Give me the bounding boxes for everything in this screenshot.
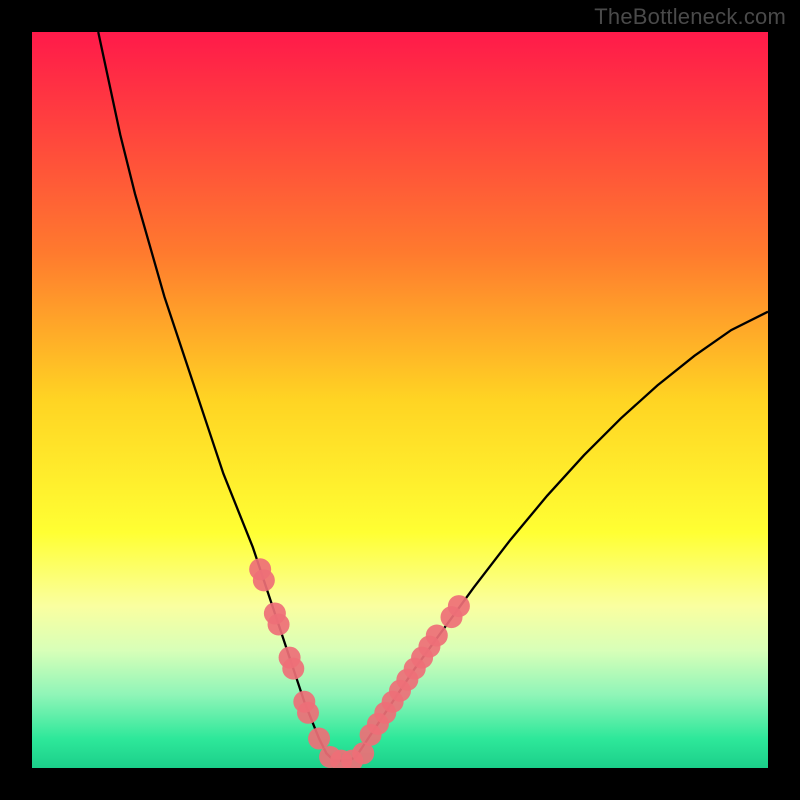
gradient-background	[32, 32, 768, 768]
marker-dot	[282, 658, 304, 680]
marker-dot	[268, 613, 290, 635]
marker-dot	[253, 569, 275, 591]
plot-area	[32, 32, 768, 768]
watermark-text: TheBottleneck.com	[594, 4, 786, 30]
chart-frame: TheBottleneck.com	[0, 0, 800, 800]
marker-dot	[426, 625, 448, 647]
marker-dot	[297, 702, 319, 724]
marker-dot	[448, 595, 470, 617]
marker-dot	[308, 728, 330, 750]
chart-svg	[32, 32, 768, 768]
